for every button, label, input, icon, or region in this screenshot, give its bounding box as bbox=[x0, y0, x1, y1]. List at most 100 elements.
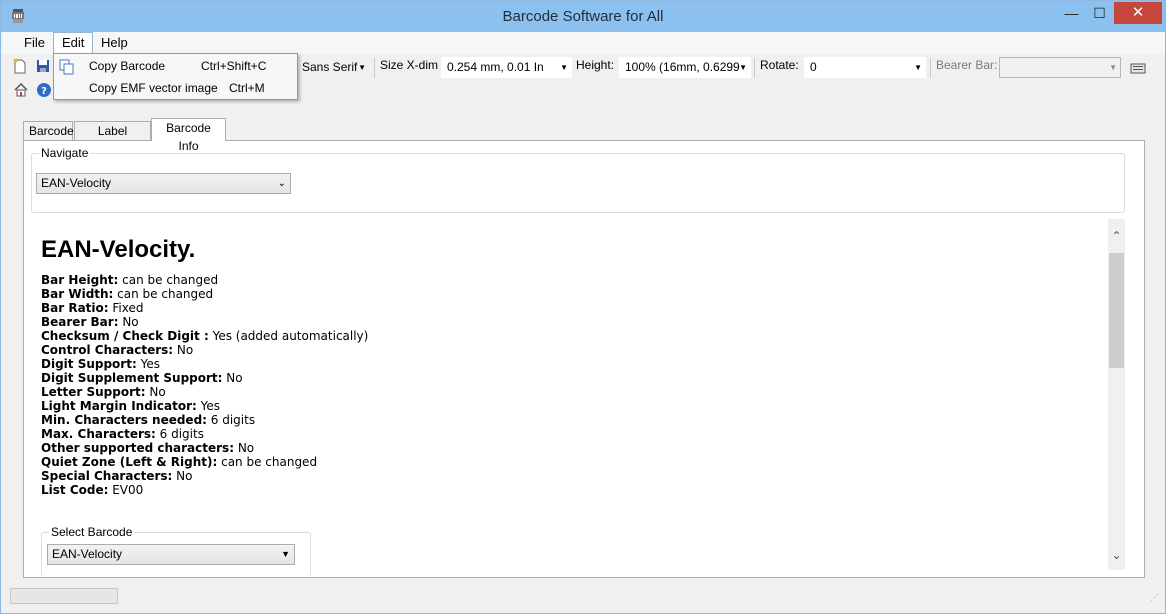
size-xdim-value: 0.254 mm, 0.01 In bbox=[447, 60, 544, 74]
scroll-down-icon[interactable]: ⌄ bbox=[1108, 548, 1125, 562]
label-print-icon[interactable] bbox=[1130, 60, 1146, 76]
chevron-down-icon: ▼ bbox=[358, 63, 366, 72]
property-key: Other supported characters: bbox=[41, 441, 235, 455]
toolbar-separator bbox=[930, 58, 931, 78]
property-key: Checksum / Check Digit : bbox=[41, 329, 209, 343]
property-value: No bbox=[172, 469, 193, 483]
property-value: No bbox=[118, 315, 139, 329]
tab-barcode-info[interactable]: Barcode Info bbox=[151, 118, 226, 153]
property-row: Bar Width: can be changed bbox=[41, 287, 1101, 301]
font-combo-value: Sans Serif bbox=[302, 60, 358, 74]
property-row: Max. Characters: 6 digits bbox=[41, 427, 1101, 441]
property-row: Bearer Bar: No bbox=[41, 315, 1101, 329]
home-icon[interactable] bbox=[13, 82, 29, 98]
new-file-icon[interactable] bbox=[12, 58, 28, 74]
height-label: Height: bbox=[576, 58, 615, 72]
resize-grip-icon[interactable]: ⋰ bbox=[1150, 594, 1162, 608]
property-value: 6 digits bbox=[155, 427, 204, 441]
property-row: Bar Ratio: Fixed bbox=[41, 301, 1101, 315]
property-row: Light Margin Indicator: Yes bbox=[41, 399, 1101, 413]
menu-help[interactable]: Help bbox=[93, 32, 136, 54]
copy-icon bbox=[59, 59, 74, 75]
property-key: Bearer Bar: bbox=[41, 315, 119, 329]
select-barcode-select[interactable]: EAN-Velocity ▼ bbox=[47, 544, 295, 565]
tab-label-settings[interactable]: Label settings bbox=[74, 121, 151, 156]
property-value: No bbox=[173, 343, 194, 357]
size-xdim-combo[interactable]: 0.254 mm, 0.01 In ▼ bbox=[441, 57, 572, 78]
property-key: Bar Ratio: bbox=[41, 301, 109, 315]
property-value: 6 digits bbox=[206, 413, 256, 427]
menu-item-shortcut: Ctrl+Shift+C bbox=[201, 59, 267, 73]
select-barcode-title: Select Barcode bbox=[49, 525, 135, 539]
property-row: Checksum / Check Digit : Yes (added auto… bbox=[41, 329, 1101, 343]
property-row: List Code: EV00 bbox=[41, 483, 1101, 497]
rotate-label: Rotate: bbox=[760, 58, 799, 72]
property-key: Control Characters: bbox=[41, 343, 174, 357]
property-row: Digit Supplement Support: No bbox=[41, 371, 1101, 385]
property-value: can be changed bbox=[118, 273, 219, 287]
property-row: Other supported characters: No bbox=[41, 441, 1101, 455]
rotate-value: 0 bbox=[810, 60, 817, 74]
height-combo[interactable]: 100% (16mm, 0.6299 ▼ bbox=[619, 57, 751, 78]
rotate-combo[interactable]: 0 ▼ bbox=[804, 57, 926, 78]
property-row: Quiet Zone (Left & Right): can be change… bbox=[41, 455, 1101, 469]
menu-item-copy-barcode[interactable]: Copy Barcode Ctrl+Shift+C bbox=[56, 56, 296, 77]
property-key: Digit Support: bbox=[41, 357, 137, 371]
bearer-bar-combo[interactable]: ▼ bbox=[999, 57, 1121, 78]
status-progress-field bbox=[10, 588, 118, 604]
property-key: Digit Supplement Support: bbox=[41, 371, 223, 385]
property-row: Min. Characters needed: 6 digits bbox=[41, 413, 1101, 427]
menu-item-shortcut: Ctrl+M bbox=[229, 81, 265, 95]
scroll-up-icon[interactable]: ⌃ bbox=[1108, 229, 1125, 243]
chevron-down-icon: ▼ bbox=[1109, 63, 1117, 72]
property-key: Min. Characters needed: bbox=[41, 413, 207, 427]
help-icon[interactable]: ? bbox=[36, 82, 52, 98]
navigate-select[interactable]: EAN-Velocity ⌄ bbox=[36, 173, 291, 194]
minimize-button[interactable]: — bbox=[1058, 2, 1085, 24]
select-barcode-value: EAN-Velocity bbox=[52, 547, 123, 561]
save-icon[interactable] bbox=[35, 58, 51, 74]
property-key: Max. Characters: bbox=[41, 427, 156, 441]
menu-item-copy-emf[interactable]: Copy EMF vector image Ctrl+M bbox=[56, 78, 296, 99]
menu-file[interactable]: File bbox=[16, 32, 53, 54]
barcode-heading: EAN-Velocity. bbox=[41, 236, 196, 263]
navigate-group-title: Navigate bbox=[39, 146, 91, 160]
close-button[interactable]: ✕ bbox=[1114, 2, 1162, 24]
property-value: No bbox=[145, 385, 166, 399]
height-value: 100% (16mm, 0.6299 bbox=[625, 60, 740, 74]
toolbar-separator bbox=[754, 58, 755, 78]
property-key: Bar Height: bbox=[41, 273, 119, 287]
property-value: can be changed bbox=[113, 287, 214, 301]
vertical-scrollbar[interactable]: ⌃ ⌄ bbox=[1108, 219, 1125, 570]
chevron-down-icon: ▼ bbox=[914, 63, 922, 72]
menu-item-label: Copy Barcode bbox=[89, 59, 166, 73]
property-value: Yes bbox=[196, 399, 220, 413]
property-row: Special Characters: No bbox=[41, 469, 1101, 483]
edit-menu-dropdown: Copy Barcode Ctrl+Shift+C Copy EMF vecto… bbox=[53, 53, 298, 100]
chevron-down-icon: ▼ bbox=[560, 63, 568, 72]
property-row: Control Characters: No bbox=[41, 343, 1101, 357]
menu-edit[interactable]: Edit bbox=[53, 32, 93, 54]
tab-barcode[interactable]: Barcode bbox=[23, 121, 74, 140]
property-row: Bar Height: can be changed bbox=[41, 273, 1101, 287]
size-xdim-label: Size X-dim bbox=[380, 58, 439, 72]
navigate-select-value: EAN-Velocity bbox=[41, 176, 112, 190]
font-combo[interactable]: Sans Serif ▼ bbox=[296, 57, 370, 78]
chevron-down-icon: ⌄ bbox=[277, 178, 286, 189]
property-value: Yes (added automatically) bbox=[208, 329, 369, 343]
status-bar: ⋰ bbox=[2, 583, 1165, 613]
property-value: can be changed bbox=[217, 455, 318, 469]
title-bar[interactable]: Barcode Software for All — ☐ ✕ bbox=[1, 1, 1165, 32]
maximize-button[interactable]: ☐ bbox=[1086, 2, 1113, 24]
menu-bar: File Edit Help bbox=[2, 32, 1165, 54]
chevron-down-icon: ▼ bbox=[281, 549, 290, 559]
property-key: Quiet Zone (Left & Right): bbox=[41, 455, 218, 469]
property-value: No bbox=[222, 371, 243, 385]
chevron-down-icon: ▼ bbox=[739, 63, 747, 72]
scrollbar-thumb[interactable] bbox=[1109, 253, 1124, 368]
property-value: No bbox=[234, 441, 255, 455]
toolbar-separator bbox=[374, 58, 375, 78]
app-window: Barcode Software for All — ☐ ✕ File Edit… bbox=[0, 0, 1166, 614]
properties-list: Bar Height: can be changed Bar Width: can… bbox=[41, 273, 1101, 497]
property-key: Letter Support: bbox=[41, 385, 146, 399]
